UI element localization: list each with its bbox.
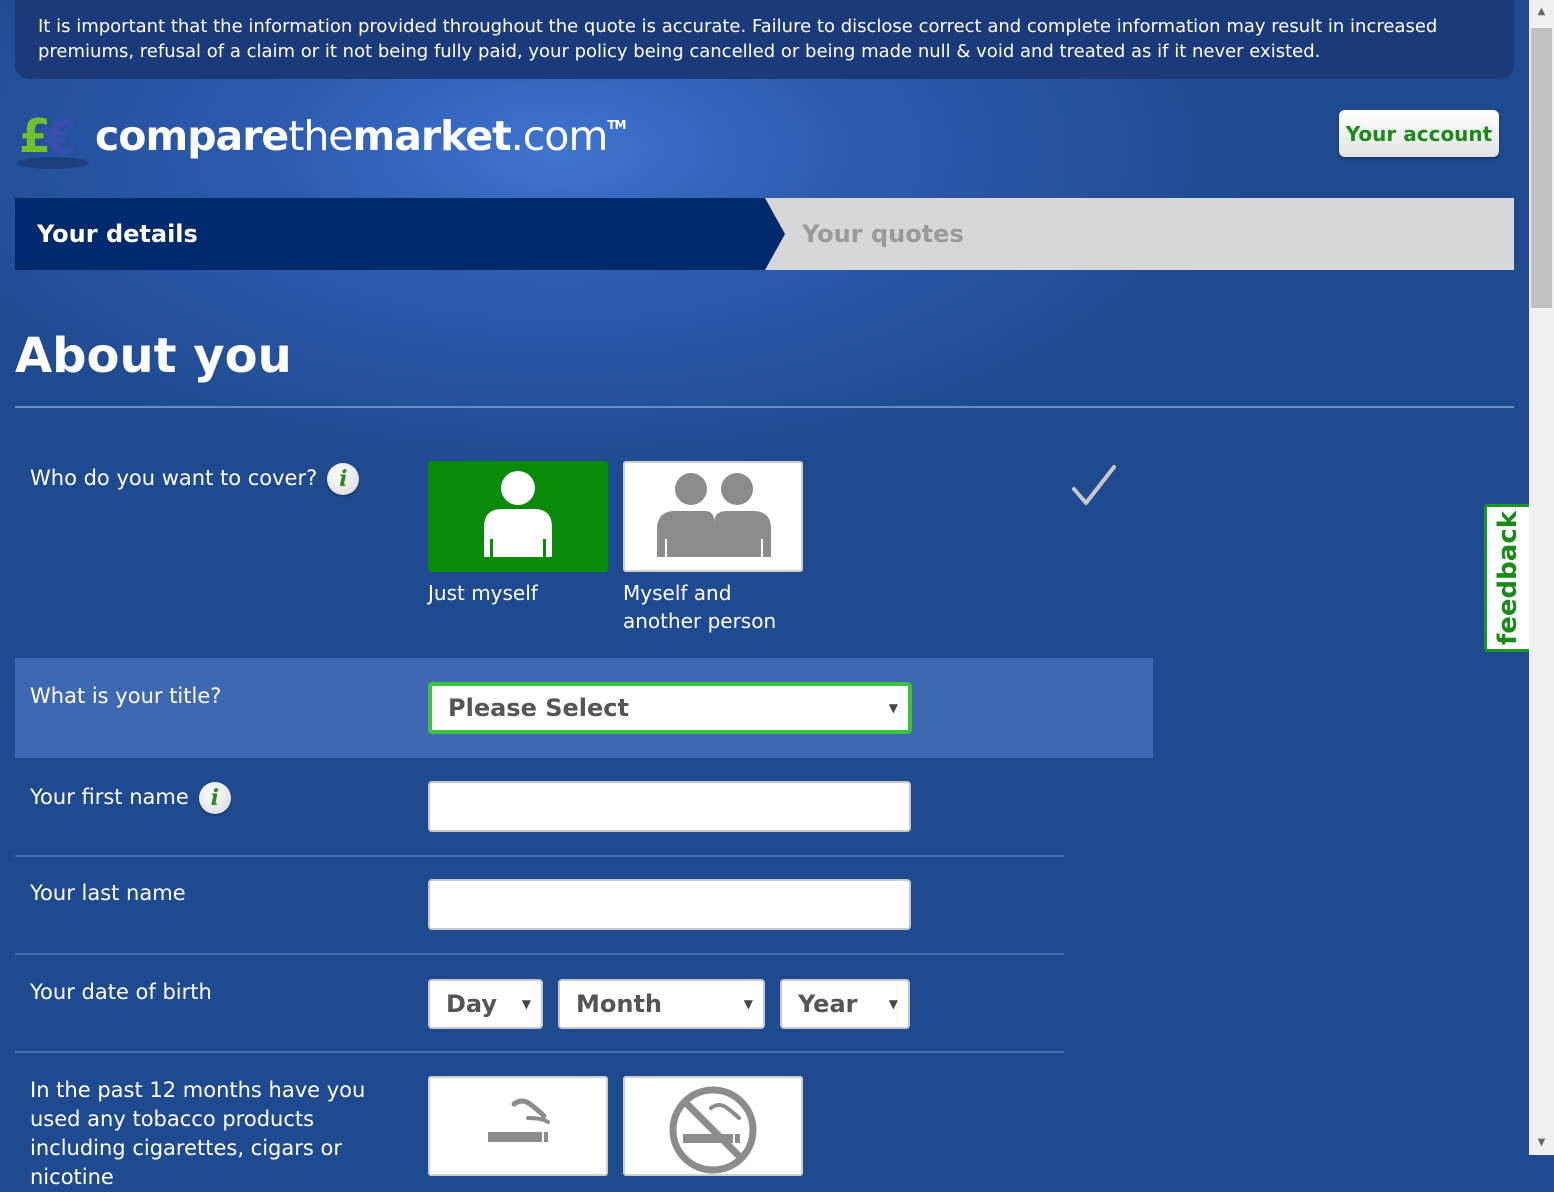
title-select-value: Please Select xyxy=(448,694,629,722)
dropdown-arrow-icon: ▼ xyxy=(888,997,898,1011)
no-smoking-icon xyxy=(669,1086,757,1174)
dob-day-select[interactable]: Day ▼ xyxy=(428,979,543,1029)
row-divider xyxy=(15,855,1064,857)
scroll-down-arrow-icon[interactable]: ▼ xyxy=(1529,1133,1554,1153)
title-question-label: What is your title? xyxy=(30,684,222,708)
first-name-label: Your first name xyxy=(30,785,189,809)
brand-logo[interactable]: £ € comparethemarket.comTM xyxy=(15,108,626,169)
row-divider xyxy=(15,1051,1064,1053)
cover-option-two-people-label: Myself and another person xyxy=(623,581,777,633)
title-divider xyxy=(15,406,1514,408)
brand-compare: compare xyxy=(95,112,289,160)
brand-tm: TM xyxy=(607,118,626,132)
brand-com: .com xyxy=(510,112,609,160)
scrollbar-thumb[interactable] xyxy=(1531,28,1552,308)
dob-label: Your date of birth xyxy=(30,980,212,1004)
row-divider xyxy=(15,953,1064,955)
first-name-info-icon[interactable]: i xyxy=(198,782,231,814)
feedback-tab[interactable]: feedback xyxy=(1484,504,1529,652)
first-name-question: Your first name i xyxy=(30,782,231,814)
dob-year-value: Year xyxy=(798,990,858,1018)
title-select[interactable]: Please Select ▼ xyxy=(428,682,912,734)
dropdown-arrow-icon: ▼ xyxy=(743,997,753,1011)
tobacco-yes-option[interactable] xyxy=(428,1076,608,1176)
dob-month-select[interactable]: Month ▼ xyxy=(558,979,765,1029)
dropdown-arrow-icon: ▼ xyxy=(888,701,898,715)
first-name-input[interactable] xyxy=(428,781,911,832)
brand-wordmark: comparethemarket.comTM xyxy=(95,112,626,160)
cover-option-two-people[interactable] xyxy=(623,461,803,572)
page-title: About you xyxy=(15,328,292,384)
cover-question-label: Who do you want to cover? xyxy=(30,466,318,490)
tobacco-question-label: In the past 12 months have you used any … xyxy=(30,1078,366,1189)
checkmark-icon xyxy=(1072,465,1116,505)
last-name-input[interactable] xyxy=(428,879,911,930)
cover-option-just-myself[interactable] xyxy=(428,461,608,572)
cover-question: Who do you want to cover? i xyxy=(30,463,360,495)
tobacco-no-option[interactable] xyxy=(623,1076,803,1176)
scroll-up-arrow-icon[interactable]: ▲ xyxy=(1529,2,1554,22)
pound-euro-logo-icon: £ € xyxy=(17,109,89,169)
cover-info-icon[interactable]: i xyxy=(327,463,360,495)
brand-the: the xyxy=(288,112,353,160)
dob-month-value: Month xyxy=(576,990,663,1018)
your-account-button[interactable]: Your account xyxy=(1339,110,1499,157)
dropdown-arrow-icon: ▼ xyxy=(521,997,531,1011)
dob-day-value: Day xyxy=(446,990,498,1018)
feedback-label: feedback xyxy=(1493,510,1523,646)
brand-market: market xyxy=(352,112,512,160)
single-person-icon xyxy=(484,471,552,557)
two-people-icon xyxy=(657,473,771,557)
cover-option-just-myself-label: Just myself xyxy=(428,581,538,605)
progress-steps: Your details Your quotes xyxy=(15,198,1514,270)
cigarette-icon xyxy=(488,1098,550,1142)
step-your-details: Your details xyxy=(15,198,785,270)
last-name-label: Your last name xyxy=(30,881,186,905)
step-your-quotes[interactable]: Your quotes xyxy=(765,198,1514,270)
dob-year-select[interactable]: Year ▼ xyxy=(780,979,910,1029)
accuracy-notice: It is important that the information pro… xyxy=(15,0,1514,79)
svg-text:€: € xyxy=(44,111,77,165)
